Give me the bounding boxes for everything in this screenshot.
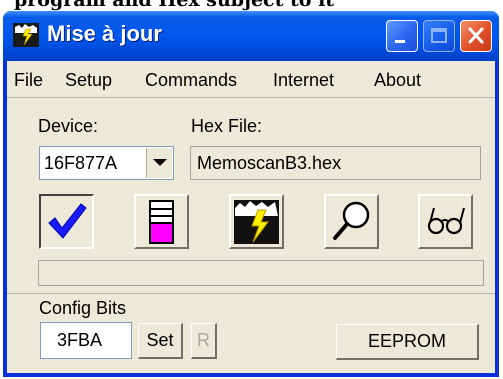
minimize-button[interactable] xyxy=(386,20,418,52)
divider xyxy=(7,293,495,294)
maximize-icon xyxy=(431,28,447,43)
menu-bar: File Setup Commands Internet About xyxy=(7,61,495,98)
r-button: R xyxy=(191,323,217,359)
device-select[interactable]: 16F877A xyxy=(39,146,174,180)
glasses-icon xyxy=(427,207,465,235)
menu-file[interactable]: File xyxy=(14,70,43,91)
app-window: Mise à jour File Setup Commands Internet… xyxy=(3,11,499,377)
menu-commands[interactable]: Commands xyxy=(145,70,237,91)
device-dropdown-button[interactable] xyxy=(146,148,172,178)
window-title: Mise à jour xyxy=(47,21,162,46)
verify-button[interactable] xyxy=(39,194,94,249)
lightning-chip-icon xyxy=(234,200,279,244)
config-bits-field[interactable]: 3FBA xyxy=(40,322,132,359)
program-button[interactable] xyxy=(229,194,284,249)
menu-setup[interactable]: Setup xyxy=(65,70,112,91)
hex-file-value: MemoscanB3.hex xyxy=(197,153,342,173)
client-area: File Setup Commands Internet About Devic… xyxy=(7,61,495,373)
minimize-icon xyxy=(395,40,405,43)
checkmark-icon xyxy=(48,203,87,239)
view-button[interactable] xyxy=(418,194,473,249)
lightning-chip-icon xyxy=(13,23,39,47)
set-button[interactable]: Set xyxy=(138,323,183,359)
menu-internet[interactable]: Internet xyxy=(273,70,334,91)
device-value: 16F877A xyxy=(44,153,118,173)
config-bits-label: Config Bits xyxy=(39,298,127,318)
menu-about[interactable]: About xyxy=(374,70,421,91)
device-label: Device: xyxy=(38,116,99,136)
title-bar[interactable]: Mise à jour xyxy=(3,11,499,61)
eeprom-button[interactable]: EEPROM xyxy=(336,324,479,360)
chip-read-button[interactable] xyxy=(134,194,189,249)
hex-file-field[interactable]: MemoscanB3.hex xyxy=(190,146,481,180)
config-bits-value: 3FBA xyxy=(57,330,103,350)
magnifier-icon xyxy=(333,201,370,240)
close-button[interactable] xyxy=(460,20,492,52)
window-border xyxy=(3,373,499,377)
hex-file-label: Hex File: xyxy=(191,116,263,136)
progress-bar xyxy=(38,260,484,286)
close-icon xyxy=(468,27,484,44)
search-button[interactable] xyxy=(324,194,379,249)
chip-fill-icon xyxy=(149,200,174,244)
chevron-down-icon xyxy=(153,159,167,166)
maximize-button xyxy=(423,20,455,52)
